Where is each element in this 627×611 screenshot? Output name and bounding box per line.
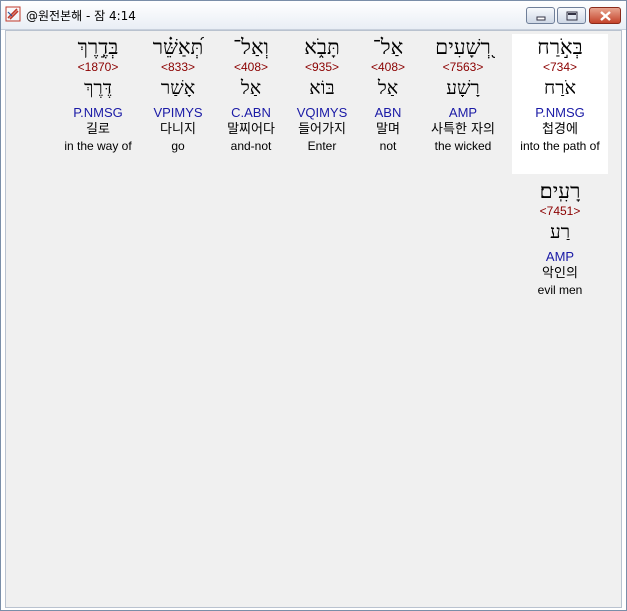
hebrew-word[interactable]: בְּדֶ֣רֶךְ bbox=[50, 34, 146, 60]
korean-gloss: 첩경에 bbox=[542, 122, 578, 137]
maximize-button[interactable] bbox=[557, 7, 586, 24]
strong-number[interactable]: <7451> bbox=[512, 204, 608, 219]
close-icon bbox=[600, 11, 611, 21]
hebrew-word[interactable]: בְּאֹ֣רַח bbox=[512, 34, 608, 60]
parsing-code: P.NMSG bbox=[73, 105, 123, 120]
word-column[interactable]: רָעִֽים׃ <7451> רַע AMP 악인의 evil men bbox=[512, 178, 608, 298]
app-cross-icon bbox=[5, 6, 21, 22]
hebrew-lemma: דֶּרֶךְ bbox=[84, 77, 112, 99]
korean-gloss: 길로 bbox=[86, 122, 110, 137]
word-column[interactable]: בְּאֹ֣רַח <734> אֹרַח P.NMSG 첩경에 into th… bbox=[512, 34, 608, 174]
parsing-code: AMP bbox=[545, 249, 575, 264]
title-bar[interactable]: @원전본해 - 잠 4:14 bbox=[1, 1, 626, 30]
close-button[interactable] bbox=[589, 7, 621, 24]
strong-number[interactable]: <734> bbox=[512, 60, 608, 75]
strong-number[interactable]: <1870> bbox=[50, 60, 146, 75]
hebrew-word[interactable]: רָעִֽים׃ bbox=[512, 178, 608, 204]
hebrew-lemma: רַע bbox=[549, 221, 571, 243]
word-column[interactable]: בְּדֶ֣רֶךְ <1870> דֶּרֶךְ P.NMSG 길로 in t… bbox=[50, 34, 146, 154]
english-gloss: into the path of bbox=[520, 139, 600, 153]
interlinear-view[interactable]: בְּאֹ֣רַח <734> אֹרַח P.NMSG 첩경에 into th… bbox=[5, 30, 622, 608]
english-gloss: evil men bbox=[537, 283, 583, 297]
minimize-button[interactable] bbox=[526, 7, 555, 24]
maximize-icon bbox=[566, 11, 578, 21]
app-window: @원전본해 - 잠 4:14 בְּאֹ֣רַח <734> אֹרַח P.N… bbox=[0, 0, 627, 611]
hebrew-lemma: אֹרַח bbox=[544, 77, 576, 99]
korean-gloss: 악인의 bbox=[542, 266, 578, 281]
parsing-code: P.NMSG bbox=[535, 105, 585, 120]
english-gloss: in the way of bbox=[64, 139, 132, 153]
minimize-icon bbox=[536, 16, 546, 21]
window-title: @원전본해 - 잠 4:14 bbox=[26, 9, 136, 23]
